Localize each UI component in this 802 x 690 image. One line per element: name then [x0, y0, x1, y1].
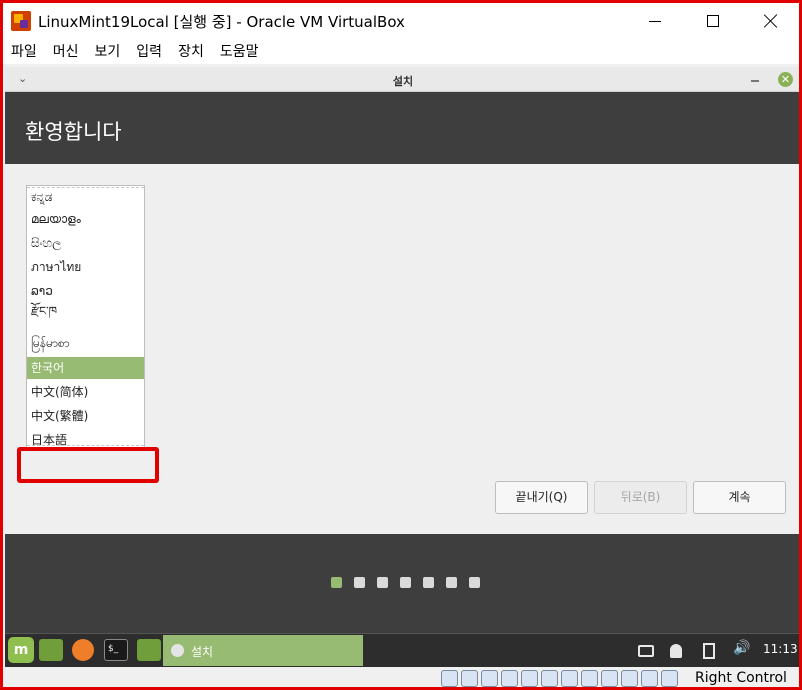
window-title: LinuxMint19Local [실행 중] - Oracle VM Virt…	[38, 13, 405, 31]
language-item[interactable]: മലയാളം	[27, 208, 144, 230]
progress-dot-active	[331, 577, 342, 588]
progress-dot	[400, 577, 411, 588]
taskbar-window-label: 설치	[191, 645, 214, 659]
language-item[interactable]: 日本語	[27, 429, 144, 449]
back-button[interactable]: 뒤로(B)	[594, 481, 687, 514]
guest-taskbar: m $_ 설치 🔊 11:13	[5, 633, 799, 667]
recording-icon[interactable]	[601, 670, 618, 687]
menu-bar: 파일 머신 보기 입력 장치 도움말	[3, 39, 799, 64]
progress-dot	[377, 577, 388, 588]
installer-app-icon	[171, 644, 184, 657]
menu-help[interactable]: 도움말	[216, 39, 267, 64]
continue-button[interactable]: 계속	[693, 481, 786, 514]
menu-devices[interactable]: 장치	[174, 39, 212, 64]
virtualization-icon[interactable]	[621, 670, 638, 687]
quit-button[interactable]: 끝내기(Q)	[495, 481, 588, 514]
progress-dot	[446, 577, 457, 588]
menu-machine[interactable]: 머신	[49, 39, 87, 64]
notification-bell-icon[interactable]	[670, 644, 682, 658]
usb-icon[interactable]	[521, 670, 538, 687]
list-divider	[27, 445, 144, 446]
language-item[interactable]: မြန်မာစာ	[27, 332, 144, 354]
language-item[interactable]: ລາວ	[27, 280, 144, 302]
selection-highlight-annotation	[17, 447, 159, 483]
firefox-icon[interactable]	[72, 639, 94, 661]
window-frame: LinuxMint19Local [실행 중] - Oracle VM Virt…	[0, 0, 802, 690]
minimize-button[interactable]	[625, 3, 685, 39]
installer-window-title: 설치	[392, 75, 414, 88]
maximize-icon	[707, 15, 719, 27]
shared-folder-icon[interactable]	[541, 670, 558, 687]
language-item-selected[interactable]: 한국어	[27, 357, 144, 379]
progress-indicator	[5, 534, 799, 629]
volume-icon[interactable]: 🔊	[733, 640, 751, 656]
progress-dot	[423, 577, 434, 588]
progress-dot	[469, 577, 480, 588]
virtualbox-app-icon	[11, 11, 31, 31]
welcome-header: 환영합니다	[5, 92, 799, 164]
minimize-icon	[649, 20, 661, 22]
menu-file[interactable]: 파일	[7, 39, 45, 64]
menu-input[interactable]: 입력	[132, 39, 170, 64]
language-list[interactable]: ಕನ್ನಡ മലയാളം සිංහල ภาษาไทย ລາວ རྫོང་ཁ မြ…	[26, 185, 145, 450]
language-item[interactable]: ಕನ್ನಡ	[27, 186, 144, 208]
vm-statusbar: Right Control	[3, 667, 799, 687]
language-item[interactable]: 中文(繁體)	[27, 405, 144, 427]
clock[interactable]: 11:13	[763, 642, 798, 656]
mouse-integration-icon[interactable]	[641, 670, 658, 687]
vm-display[interactable]: ⌄ 설치 ✕ 환영합니다 ಕನ್ನಡ മലയാളം සිංහල ภาษาไทย …	[5, 67, 799, 667]
language-item[interactable]: සිංහල	[27, 232, 144, 254]
close-icon	[764, 14, 778, 28]
terminal-icon[interactable]: $_	[104, 639, 128, 661]
display-icon[interactable]	[561, 670, 578, 687]
maximize-button[interactable]	[683, 3, 743, 39]
close-button[interactable]	[741, 3, 799, 39]
taskbar-window-install[interactable]: 설치	[163, 635, 363, 666]
audio-icon[interactable]	[481, 670, 498, 687]
keyboard-capture-icon[interactable]	[661, 670, 678, 687]
optical-drive-icon[interactable]	[461, 670, 478, 687]
folder-icon[interactable]	[137, 639, 161, 661]
window-titlebar: LinuxMint19Local [실행 중] - Oracle VM Virt…	[3, 3, 799, 39]
language-item[interactable]: རྫོང་ཁ	[27, 300, 144, 322]
language-item[interactable]: 中文(简体)	[27, 381, 144, 403]
display-icon[interactable]	[638, 645, 654, 657]
show-desktop-icon[interactable]	[39, 639, 63, 661]
host-key-label: Right Control	[695, 670, 787, 686]
mint-menu-icon[interactable]: m	[8, 637, 34, 663]
language-item[interactable]: ภาษาไทย	[27, 256, 144, 278]
video-capture-icon[interactable]	[581, 670, 598, 687]
installer-titlebar: ⌄ 설치 ✕	[5, 67, 799, 92]
network-icon[interactable]	[501, 670, 518, 687]
progress-dot	[354, 577, 365, 588]
installer-close-icon[interactable]: ✕	[778, 72, 793, 87]
installer-minimize-icon[interactable]	[751, 80, 759, 82]
menu-view[interactable]: 보기	[91, 39, 129, 64]
hard-disk-icon[interactable]	[441, 670, 458, 687]
page-title: 환영합니다	[25, 120, 122, 144]
clipboard-icon[interactable]	[703, 643, 715, 659]
installer-content: ಕನ್ನಡ മലയാളം සිංහල ภาษาไทย ລາວ རྫོང་ཁ မြ…	[5, 164, 799, 534]
